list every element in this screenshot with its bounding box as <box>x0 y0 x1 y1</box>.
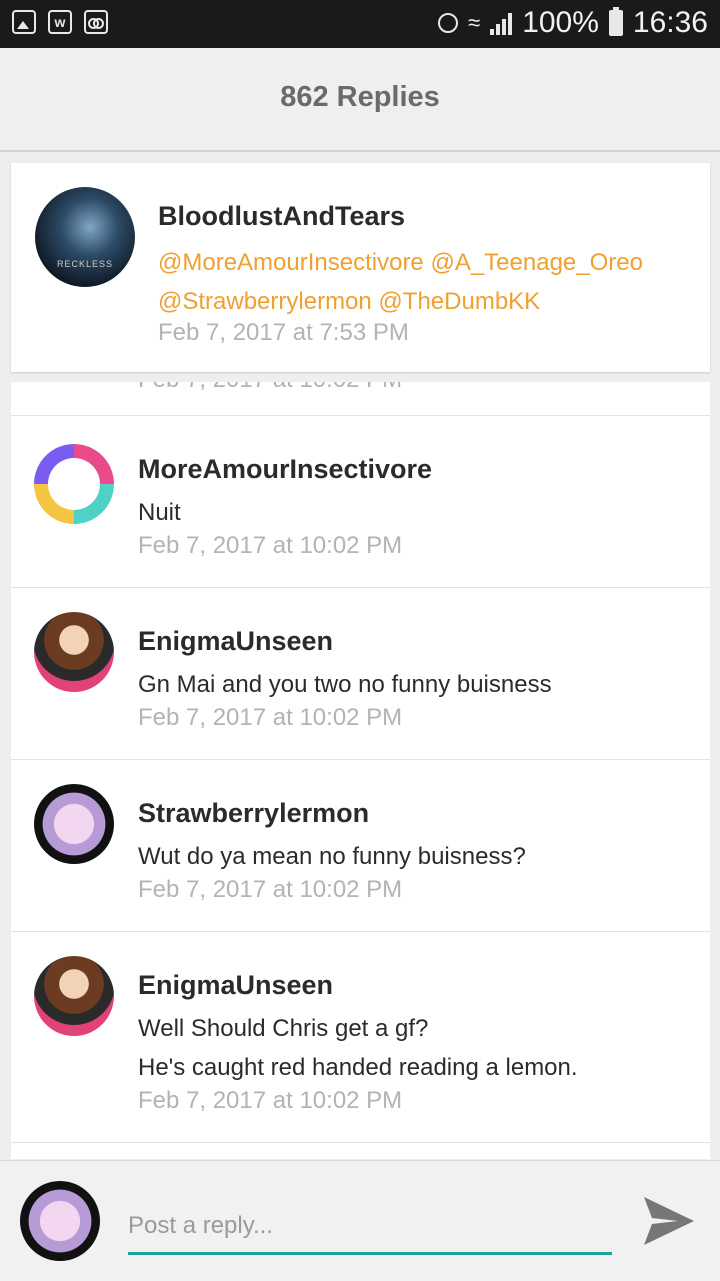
timestamp: Feb 7, 2017 at 10:02 PM <box>138 876 403 903</box>
list-item[interactable]: EnigmaUnseen Gn Mai and you two no funny… <box>11 588 710 759</box>
reply-list[interactable]: Feb 7, 2017 at 10:02 PM MoreAmourInsecti… <box>11 382 710 1159</box>
mention-link[interactable]: @MoreAmourInsectivore <box>158 249 424 276</box>
timestamp: Feb 7, 2017 at 10:02 PM <box>138 532 403 559</box>
author-name[interactable]: BloodlustAndTears <box>158 201 405 232</box>
mentions: @MoreAmourInsectivore @A_Teenage_Oreo @S… <box>158 243 698 321</box>
voicemail-icon <box>84 10 108 34</box>
avatar[interactable] <box>34 612 114 692</box>
list-item[interactable]: MoreAmourInsectivore Nuit Feb 7, 2017 at… <box>11 416 710 587</box>
reply-input[interactable] <box>128 1199 612 1255</box>
image-icon <box>12 10 36 34</box>
avatar <box>20 1181 100 1261</box>
battery-percent: 100% <box>522 6 599 39</box>
list-item[interactable]: EnigmaUnseen Well Should Chris get a gf?… <box>11 932 710 1142</box>
top-bar: 862 Replies <box>0 48 720 152</box>
divider <box>11 1142 710 1143</box>
author-name[interactable]: Strawberrylermon <box>138 798 369 829</box>
alarm-icon <box>438 13 459 33</box>
reply-text: Nuit <box>138 499 181 526</box>
clock: 16:36 <box>632 6 708 39</box>
timestamp: Feb 7, 2017 at 10:02 PM <box>138 704 403 731</box>
wifi-icon: ≈ <box>468 10 481 35</box>
timestamp: Feb 7, 2017 at 10:02 PM <box>138 1087 403 1114</box>
avatar[interactable] <box>34 444 114 524</box>
mention-link[interactable]: @TheDumbKK <box>378 288 540 315</box>
author-name[interactable]: EnigmaUnseen <box>138 970 333 1001</box>
avatar[interactable] <box>34 956 114 1036</box>
original-post: RECKLESS BloodlustAndTears @MoreAmourIns… <box>11 163 710 372</box>
avatar[interactable]: RECKLESS <box>35 187 135 287</box>
reply-composer <box>0 1160 720 1281</box>
w-app-icon: w <box>48 10 72 34</box>
page-title: 862 Replies <box>280 81 440 113</box>
author-name[interactable]: MoreAmourInsectivore <box>138 454 432 485</box>
reply-text: Wut do ya mean no funny buisness? <box>138 843 526 870</box>
timestamp: Feb 7, 2017 at 7:53 PM <box>158 319 409 346</box>
avatar[interactable] <box>34 784 114 864</box>
list-item[interactable]: Strawberrylermon Wut do ya mean no funny… <box>11 760 710 931</box>
reply-text: He's caught red handed reading a lemon. <box>138 1054 578 1081</box>
reply-text: Gn Mai and you two no funny buisness <box>138 671 552 698</box>
author-name[interactable]: EnigmaUnseen <box>138 626 333 657</box>
timestamp: Feb 7, 2017 at 10:02 PM <box>138 382 402 394</box>
signal-icon <box>490 11 513 35</box>
battery-icon <box>608 7 623 36</box>
mention-link[interactable]: @Strawberrylermon <box>158 288 372 315</box>
status-bar: w ≈ 100% 16:36 <box>0 0 720 48</box>
mention-link[interactable]: @A_Teenage_Oreo <box>430 249 643 276</box>
reply-text: Well Should Chris get a gf? <box>138 1015 429 1042</box>
send-icon[interactable] <box>642 1195 696 1247</box>
